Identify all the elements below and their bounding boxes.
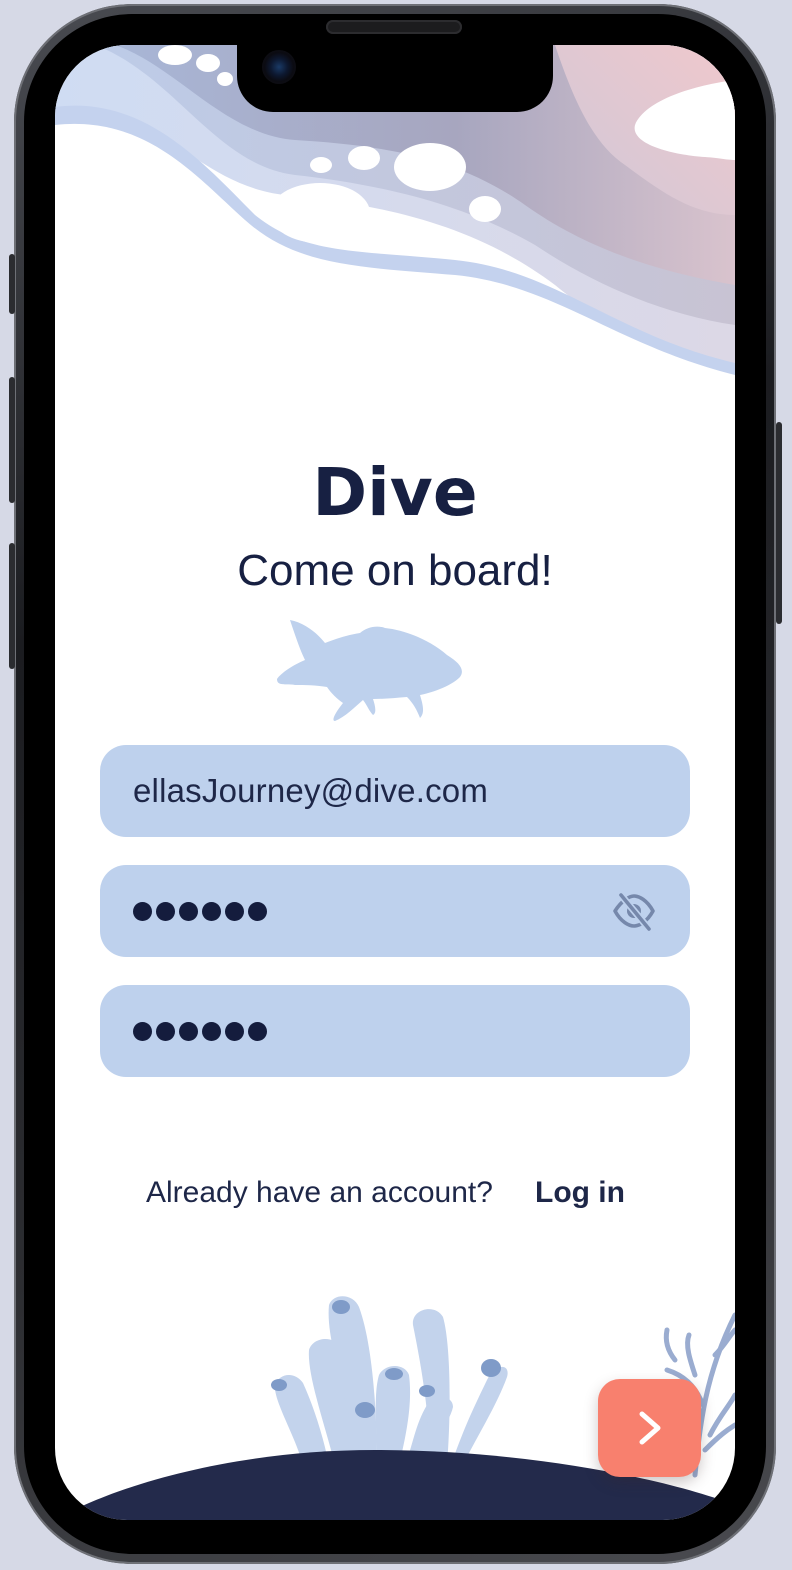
mask-dot xyxy=(133,1021,152,1041)
mute-switch xyxy=(9,254,15,314)
mask-dot xyxy=(225,1021,244,1041)
mask-dot xyxy=(248,901,267,921)
confirm-password-mask xyxy=(133,1021,267,1041)
account-prompt: Already have an account? xyxy=(146,1176,493,1209)
mask-dot xyxy=(225,901,244,921)
mask-dot xyxy=(156,901,175,921)
password-mask xyxy=(133,901,267,921)
confirm-password-field[interactable] xyxy=(100,985,690,1077)
mask-dot xyxy=(248,1021,267,1041)
chevron-right-icon xyxy=(639,1411,660,1445)
app-subtitle: Come on board! xyxy=(237,546,553,595)
app-title: Dive xyxy=(312,454,478,531)
mask-dot xyxy=(133,901,152,921)
mask-dot xyxy=(202,1021,221,1041)
speaker-grille xyxy=(326,20,462,34)
power-button xyxy=(776,422,782,624)
next-button[interactable] xyxy=(598,1379,701,1477)
password-field[interactable] xyxy=(100,865,690,957)
eye-slash-icon[interactable] xyxy=(612,891,656,931)
email-value: ellasJourney@dive.com xyxy=(133,772,489,809)
volume-down-button xyxy=(9,543,15,669)
volume-up-button xyxy=(9,377,15,503)
front-camera xyxy=(262,50,296,84)
mask-dot xyxy=(179,1021,198,1041)
email-field[interactable]: ellasJourney@dive.com xyxy=(100,745,690,837)
mask-dot xyxy=(156,1021,175,1041)
fish-icon xyxy=(277,620,462,721)
mask-dot xyxy=(179,901,198,921)
login-link[interactable]: Log in xyxy=(535,1174,625,1212)
mask-dot xyxy=(202,901,221,921)
